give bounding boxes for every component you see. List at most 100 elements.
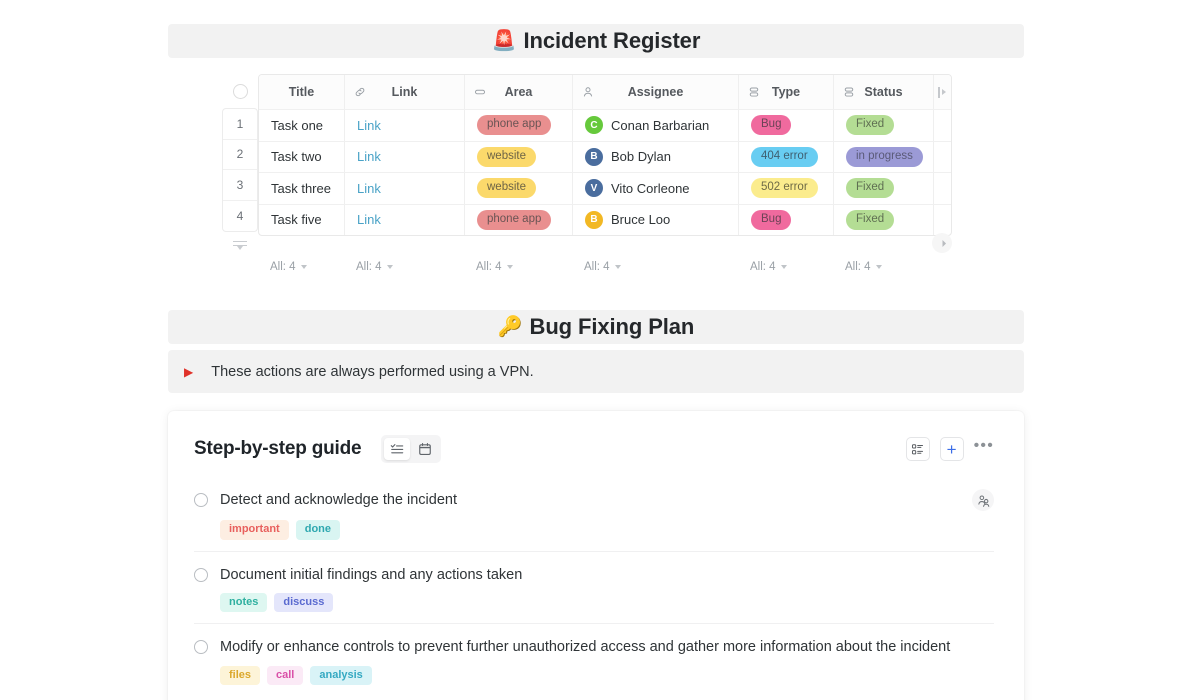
task-tag[interactable]: discuss [274,592,334,613]
cell-area[interactable]: phone app [465,110,573,141]
task-item: Document initial findings and any action… [194,550,994,624]
cell-link[interactable]: Link [345,141,465,172]
cell-assignee[interactable]: B Bruce Loo [573,204,739,235]
add-column-button[interactable] [934,75,951,109]
chevron-down-icon [614,265,621,269]
cell-empty-tail [934,110,951,141]
select-all-cell[interactable] [222,74,258,108]
alarm-icon: 🚨 [491,30,517,52]
link-text[interactable]: Link [357,118,381,133]
assign-user-button[interactable] [972,489,994,511]
task-label[interactable]: Document initial findings and any action… [220,566,994,584]
aggregate-label: All: 4 [750,261,776,273]
column-header-label: Type [771,85,801,99]
column-header-assignee[interactable]: Assignee [573,75,739,109]
select-all-circle-icon[interactable] [232,83,248,99]
task-checkbox[interactable] [194,567,208,582]
cell-link[interactable]: Link [345,204,465,235]
task-tag[interactable]: done [295,520,341,540]
task-label[interactable]: Detect and acknowledge the incident [220,491,962,509]
status-tag: Fixed [846,209,895,230]
page-root: 🚨 Incident Register 1234 Title Link Area As… [0,0,1200,700]
more-options-button[interactable]: ••• [974,437,994,461]
layout-options-button[interactable] [905,437,930,461]
aggregate-label: All: 4 [584,261,610,273]
add-task-button[interactable]: + [939,437,964,461]
column-header-link[interactable]: Link [345,75,465,109]
cell-link[interactable]: Link [345,173,465,204]
row-number[interactable]: 3 [223,170,257,201]
card-title: Step-by-step guide [194,438,362,459]
cell-type[interactable]: Bug [739,204,834,235]
link-text[interactable]: Link [357,212,381,227]
cell-status[interactable]: in progress [834,141,934,172]
cell-link[interactable]: Link [345,110,465,141]
link-text[interactable]: Link [357,149,381,164]
aggregate-status[interactable]: All: 4 [833,261,882,273]
assignee-name: Vito Corleone [611,180,690,196]
cell-area[interactable]: website [465,141,573,172]
section-banner-bugplan: 🔑 Bug Fixing Plan [168,310,1024,344]
task-tag[interactable]: notes [220,592,268,613]
column-header-title[interactable]: Title [259,75,345,109]
avatar: C [585,116,603,135]
aggregate-assignee[interactable]: All: 4 [572,261,621,273]
cell-type[interactable]: 404 error [739,141,834,172]
task-title-text: Task two [271,149,322,165]
cell-assignee[interactable]: B Bob Dylan [573,141,739,172]
link-text[interactable]: Link [357,181,381,196]
aggregate-link[interactable]: All: 4 [344,261,393,273]
list-view-button[interactable] [384,438,411,460]
cell-title[interactable]: Task three [259,173,345,204]
aggregate-type[interactable]: All: 4 [738,261,787,273]
aggregate-title[interactable]: All: 4 [258,261,307,273]
collapse-rows-button[interactable] [222,232,258,254]
calendar-icon [419,443,432,455]
callout-text: These actions are always performed using… [211,363,534,380]
step-by-step-card: Step-by-step guide + ••• Detect and ackn… [168,411,1024,700]
column-header-label: Title [288,85,315,99]
assignee-name: Bob Dylan [611,149,671,165]
cell-title[interactable]: Task five [259,204,345,235]
table-aggregate-row: All: 4 All: 4 All: 4 All: 4 All: 4 All: 4 [222,261,952,273]
cell-type[interactable]: 502 error [739,173,834,204]
link-icon [354,86,366,98]
cell-assignee[interactable]: C Conan Barbarian [573,110,739,141]
cell-assignee[interactable]: V Vito Corleone [573,173,739,204]
aggregate-area[interactable]: All: 4 [464,261,513,273]
cell-status[interactable]: Fixed [834,110,934,141]
task-checkbox[interactable] [194,640,208,655]
checklist-icon [391,444,404,454]
cell-area[interactable]: website [465,173,573,204]
column-header-type[interactable]: Type [739,75,834,109]
cell-status[interactable]: Fixed [834,204,934,235]
row-number[interactable]: 1 [223,109,257,140]
row-number[interactable]: 2 [223,140,257,170]
table-row: Task three Link website V Vito Corleone 502 e… [259,173,951,205]
task-label[interactable]: Modify or enhance controls to prevent fu… [220,638,994,656]
column-header-area[interactable]: Area [465,75,573,109]
calendar-view-button[interactable] [412,438,438,460]
cell-title[interactable]: Task one [259,110,345,141]
task-tag[interactable]: files [220,665,261,686]
cell-type[interactable]: Bug [739,110,834,141]
cell-area[interactable]: phone app [465,204,573,235]
task-tag[interactable]: call [267,665,304,686]
chevron-down-icon [506,265,513,269]
column-header-status[interactable]: Status [834,75,934,109]
task-checkbox[interactable] [194,493,208,507]
card-header: Step-by-step guide + ••• [194,433,994,465]
status-tag: in progress [846,146,923,167]
grid-list-icon [912,443,924,454]
plus-icon: + [946,439,957,459]
row-number[interactable]: 4 [223,201,257,232]
table-resize-handle[interactable] [932,233,952,253]
cell-title[interactable]: Task two [259,141,345,172]
aggregate-label: All: 4 [845,261,871,273]
area-tag: website [477,146,536,167]
task-tag[interactable]: important [220,520,289,540]
cell-status[interactable]: Fixed [834,173,934,204]
task-tag-list: notes discuss [220,592,994,613]
task-tag[interactable]: analysis [310,665,372,686]
area-tag: website [477,178,536,199]
